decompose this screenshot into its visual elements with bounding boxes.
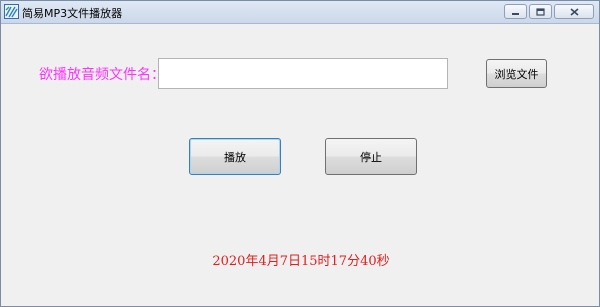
stop-button[interactable]: 停止	[325, 138, 417, 175]
file-name-label: 欲播放音频文件名：	[39, 67, 165, 83]
close-icon	[569, 7, 579, 16]
window-title: 简易MP3文件播放器	[22, 7, 123, 20]
maximize-icon	[536, 7, 545, 16]
play-button[interactable]: 播放	[189, 138, 281, 175]
file-name-input[interactable]	[158, 58, 448, 89]
title-bar[interactable]: 简易MP3文件播放器	[1, 1, 599, 24]
minimize-button[interactable]	[504, 4, 527, 19]
minimize-icon	[512, 12, 519, 15]
browse-button[interactable]: 浏览文件	[486, 59, 547, 88]
maximize-button[interactable]	[529, 4, 552, 19]
close-button[interactable]	[554, 4, 594, 19]
music-app-icon	[4, 4, 19, 19]
window-controls	[504, 4, 594, 19]
app-window: 简易MP3文件播放器 欲播放音频文件名： 浏览文件 播放 停止 2020年4月7…	[0, 0, 600, 307]
datetime-display: 2020年4月7日15时17分40秒	[212, 254, 390, 269]
